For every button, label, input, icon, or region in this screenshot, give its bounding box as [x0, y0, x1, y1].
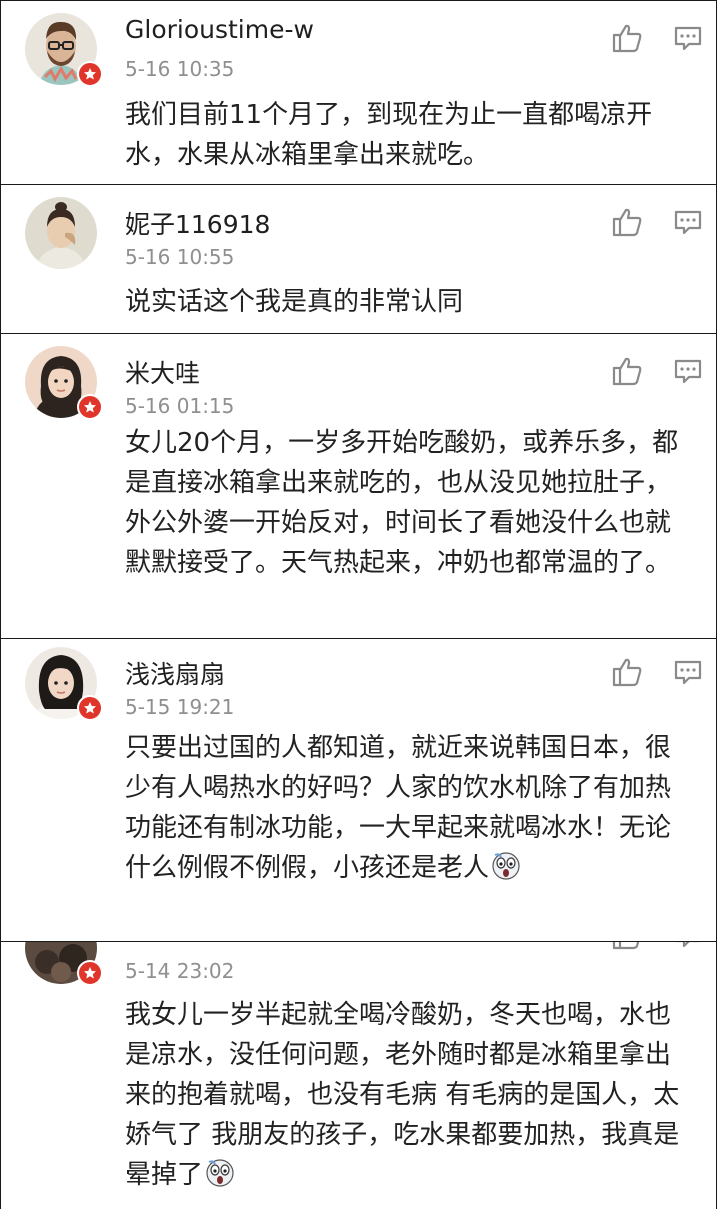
- comment-bubble-icon: [675, 942, 701, 948]
- comment-timestamp: 5-15 19:21: [125, 695, 235, 719]
- scared-face-icon: [205, 1158, 235, 1188]
- reply-button[interactable]: [671, 655, 705, 689]
- comment-card: Glorioustime-w 5-16 10:35 我们目前11个月了，到现在为…: [0, 0, 717, 185]
- comment-username[interactable]: 妮子116918: [125, 205, 270, 241]
- like-button[interactable]: [610, 942, 644, 952]
- comment-username[interactable]: 浅浅扇扇: [125, 655, 225, 691]
- comment-card: 妮子116918 5-16 10:55 说实话这个我是真的非常认同: [0, 184, 717, 334]
- comment-text: 我们目前11个月了，到现在为止一直都喝凉开水，水果从冰箱里拿出来就吃。: [125, 100, 653, 170]
- comment-username[interactable]: 米大哇: [125, 354, 200, 390]
- comment-text: 说实话这个我是真的非常认同: [125, 287, 464, 317]
- comment-bubble-icon: [674, 26, 702, 51]
- reply-button[interactable]: [671, 942, 705, 952]
- thumbs-up-icon: [612, 942, 640, 950]
- like-button[interactable]: [610, 655, 644, 689]
- comment-timestamp: 5-14 23:02: [125, 959, 235, 983]
- comment-text: 只要出过国的人都知道，就近来说韩国日本，很少有人喝热水的好吗？人家的饮水机除了有…: [125, 728, 695, 888]
- reply-button[interactable]: [671, 205, 705, 239]
- scared-face-icon: [491, 851, 521, 881]
- comment-timestamp: 5-16 01:15: [125, 394, 235, 418]
- comment-text: 我女儿一岁半起就全喝冷酸奶，冬天也喝，水也是凉水，没任何问题，老外随时都是冰箱里…: [125, 995, 695, 1195]
- verified-badge-icon: [77, 61, 103, 87]
- like-button[interactable]: [610, 354, 644, 388]
- like-button[interactable]: [610, 21, 644, 55]
- comment-username[interactable]: Glorioustime-w: [125, 15, 314, 44]
- comment-timestamp: 5-16 10:35: [125, 57, 235, 81]
- thumbs-up-icon: [612, 658, 642, 687]
- comment-timestamp: 5-16 10:55: [125, 245, 235, 269]
- verified-badge-icon: [77, 960, 103, 986]
- comment-bubble-icon: [674, 660, 702, 685]
- avatar[interactable]: [25, 197, 97, 269]
- thumbs-up-icon: [612, 357, 642, 386]
- thumbs-up-icon: [612, 208, 642, 237]
- comment-text: 女儿20个月，一岁多开始吃酸奶，或养乐多，都是直接冰箱拿出来就吃的，也从没见她拉…: [125, 428, 679, 578]
- comment-text-body: 只要出过国的人都知道，就近来说韩国日本，很少有人喝热水的好吗？人家的饮水机除了有…: [125, 733, 672, 883]
- comment-bubble-icon: [674, 210, 702, 235]
- comment-card: 浅浅扇扇 5-15 19:21 只要出过国的人都知道，就近来说韩国日本，很少有人…: [0, 638, 717, 942]
- comment-bubble-icon: [674, 359, 702, 384]
- verified-badge-icon: [77, 695, 103, 721]
- thumbs-up-icon: [612, 24, 642, 53]
- like-button[interactable]: [610, 205, 644, 239]
- comment-card: 5-14 23:02 我女儿一岁半起就全喝冷酸奶，冬天也喝，水也是凉水，没任何问…: [0, 941, 717, 1209]
- verified-badge-icon: [77, 394, 103, 420]
- reply-button[interactable]: [671, 21, 705, 55]
- reply-button[interactable]: [671, 354, 705, 388]
- comment-card: 米大哇 5-16 01:15 女儿20个月，一岁多开始吃酸奶，或养乐多，都是直接…: [0, 333, 717, 639]
